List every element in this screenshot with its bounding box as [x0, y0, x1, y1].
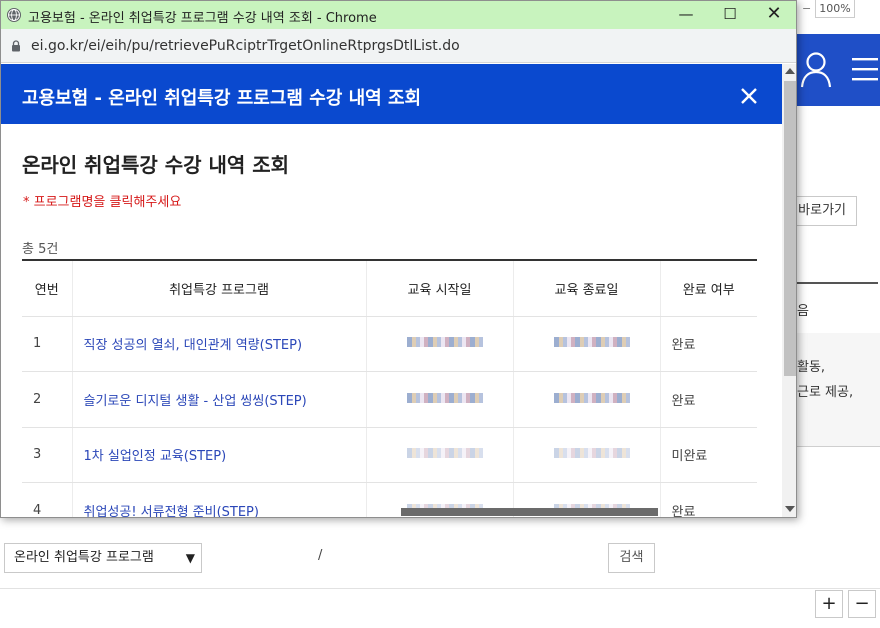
window-close-button[interactable]: ✕ — [751, 1, 796, 29]
redacted-date — [553, 337, 630, 348]
search-button[interactable]: 검색 — [608, 543, 655, 573]
course-history-table: 연번 취업특강 프로그램 교육 시작일 교육 종료일 완료 여부 1 직장 성공… — [22, 261, 757, 517]
completion-status: 미완료 — [659, 427, 757, 483]
dialog-content: 온라인 취업특강 수강 내역 조회 * 프로그램명을 클릭해주세요 총 5건 연… — [1, 124, 782, 517]
dialog-header: 고용보험 - 온라인 취업특강 프로그램 수강 내역 조회 — [1, 64, 782, 124]
column-header: 연번 — [22, 261, 72, 317]
background-text: 근로 제공, — [797, 385, 854, 400]
table-row: 3 1차 실업인정 교육(STEP) 미완료 — [22, 427, 757, 483]
start-date-redacted — [365, 371, 513, 428]
completion-status: 완료 — [659, 371, 757, 428]
date-separator: / — [318, 548, 323, 563]
scroll-up-icon[interactable] — [785, 68, 795, 74]
program-link[interactable]: 취업성공! 서류전형 준비(STEP) — [71, 482, 366, 517]
program-link[interactable]: 슬기로운 디지털 생활 - 산업 씽씽(STEP) — [71, 371, 366, 428]
vertical-scrollbar[interactable] — [782, 64, 796, 517]
background-text: 음 — [797, 304, 809, 319]
column-header: 완료 여부 — [659, 261, 757, 317]
section-divider — [796, 282, 878, 284]
zoom-level[interactable]: 100% — [815, 0, 855, 18]
program-link[interactable]: 1차 실업인정 교육(STEP) — [71, 427, 366, 483]
goto-button[interactable]: 바로가기 — [788, 196, 857, 226]
redaction-band — [401, 508, 658, 516]
total-count: 총 5건 — [22, 242, 59, 257]
minimize-button[interactable]: — — [663, 1, 709, 29]
row-number: 4 — [22, 482, 72, 517]
close-icon[interactable] — [739, 86, 759, 106]
completion-status: 완료 — [659, 316, 757, 372]
notice-text: * 프로그램명을 클릭해주세요 — [23, 195, 182, 210]
window-title-bar[interactable]: 고용보험 - 온라인 취업특강 프로그램 수강 내역 조회 - Chrome —… — [1, 1, 796, 29]
popup-window: 고용보험 - 온라인 취업특강 프로그램 수강 내역 조회 - Chrome —… — [0, 0, 797, 518]
row-number: 1 — [22, 316, 72, 372]
program-link[interactable]: 직장 성공의 열쇠, 대인관계 역량(STEP) — [71, 316, 366, 372]
program-select-value: 온라인 취업특강 프로그램 — [14, 550, 154, 565]
redacted-date — [406, 448, 483, 459]
end-date-redacted — [512, 316, 660, 372]
column-header: 취업특강 프로그램 — [71, 261, 366, 317]
start-date-redacted — [365, 427, 513, 483]
hamburger-menu-icon[interactable] — [852, 57, 878, 81]
background-text: 활동, — [797, 360, 826, 375]
zoom-minus-indicator[interactable]: − — [802, 2, 811, 15]
user-icon[interactable] — [800, 50, 832, 88]
zoom-out-button[interactable]: − — [848, 590, 876, 618]
column-header: 교육 시작일 — [365, 261, 513, 317]
window-title: 고용보험 - 온라인 취업특강 프로그램 수강 내역 조회 - Chrome — [28, 11, 377, 26]
row-number: 2 — [22, 371, 72, 428]
divider — [0, 588, 880, 589]
redacted-date — [553, 392, 630, 403]
url-text[interactable]: ei.go.kr/ei/eih/pu/retrievePuRciptrTrget… — [31, 38, 460, 54]
redacted-date — [406, 337, 483, 348]
dialog-title: 고용보험 - 온라인 취업특강 프로그램 수강 내역 조회 — [22, 88, 422, 109]
column-header: 교육 종료일 — [512, 261, 660, 317]
globe-icon — [7, 8, 21, 22]
lock-icon — [12, 40, 20, 52]
program-select[interactable]: 온라인 취업특강 프로그램 ▼ — [4, 543, 202, 573]
scroll-down-icon[interactable] — [785, 506, 795, 512]
redacted-date — [406, 392, 483, 403]
row-number: 3 — [22, 427, 72, 483]
end-date-redacted — [512, 371, 660, 428]
end-date-redacted — [512, 427, 660, 483]
table-header-row: 연번 취업특강 프로그램 교육 시작일 교육 종료일 완료 여부 — [22, 261, 757, 317]
completion-status: 완료 — [659, 482, 757, 517]
section-title: 온라인 취업특강 수강 내역 조회 — [22, 153, 290, 177]
start-date-redacted — [365, 316, 513, 372]
maximize-button[interactable]: ☐ — [707, 1, 753, 29]
chevron-down-icon: ▼ — [185, 551, 195, 565]
redacted-date — [553, 448, 630, 459]
scrollbar-thumb[interactable] — [784, 81, 796, 376]
table-row: 2 슬기로운 디지털 생활 - 산업 씽씽(STEP) 완료 — [22, 371, 757, 428]
table-row: 1 직장 성공의 열쇠, 대인관계 역량(STEP) 완료 — [22, 316, 757, 372]
zoom-in-button[interactable]: + — [815, 590, 843, 618]
address-bar[interactable]: ei.go.kr/ei/eih/pu/retrievePuRciptrTrget… — [1, 29, 796, 63]
